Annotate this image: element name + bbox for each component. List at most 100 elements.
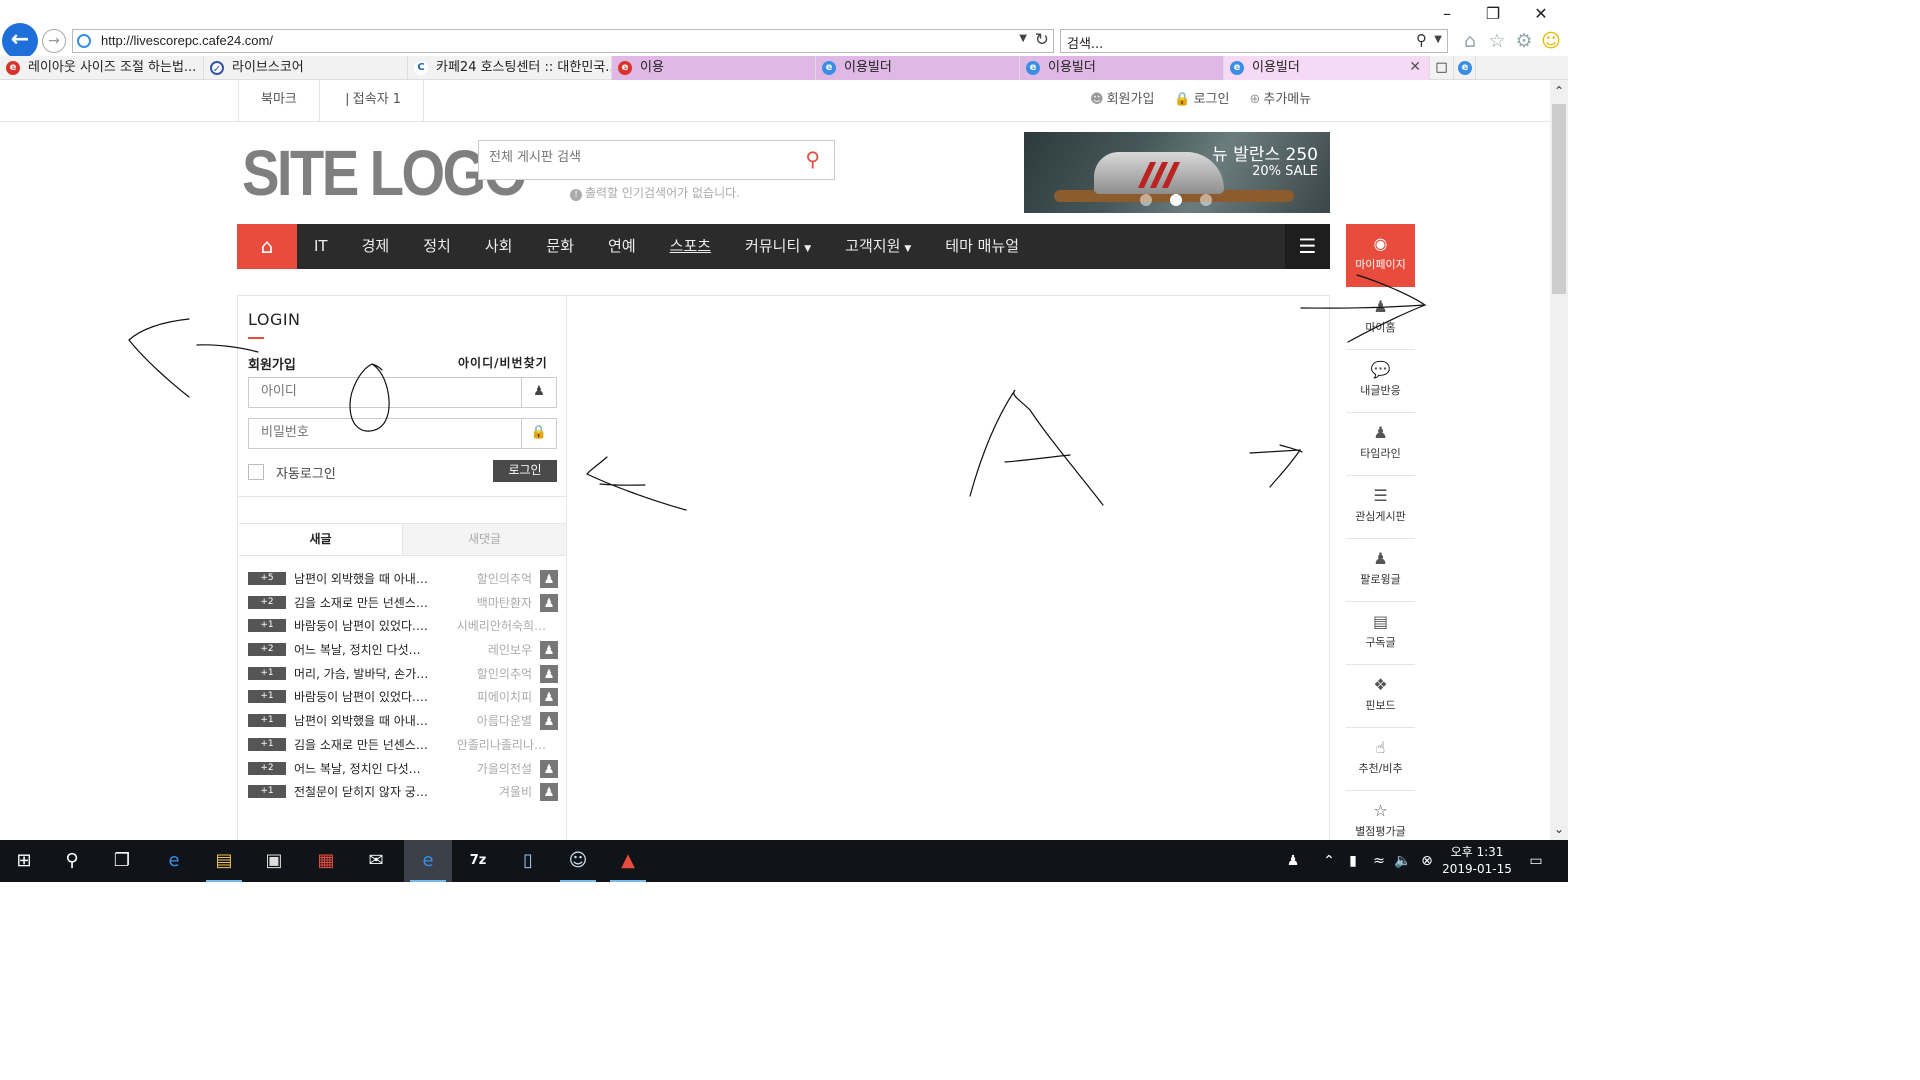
post-author[interactable]: 아름다운별 [477, 712, 532, 729]
nav-politics[interactable]: 정치 [406, 224, 468, 269]
settings-gear-icon[interactable]: ⚙ [1512, 30, 1536, 54]
minimize-button[interactable]: – [1432, 4, 1462, 23]
action-center-icon[interactable]: ▭ [1524, 840, 1548, 882]
post-title[interactable]: 김을 소재로 만든 넌센스… [294, 594, 444, 611]
ie-tab-icon[interactable]: e [1454, 56, 1476, 80]
bookmark-link[interactable]: 북마크 [238, 80, 319, 121]
nav-society[interactable]: 사회 [468, 224, 530, 269]
quick-timeline[interactable]: ♟ 타임라인 [1346, 413, 1415, 476]
feedback-smiley-icon[interactable]: ☺ [1539, 30, 1563, 54]
quick-mypage[interactable]: ◉ 마이페이지 [1346, 224, 1415, 287]
post-author[interactable]: 할인의추억 [477, 665, 532, 682]
refresh-icon[interactable]: ↻ [1035, 30, 1049, 50]
close-tab-icon[interactable]: ✕ [1409, 56, 1421, 79]
list-item[interactable]: +2 김을 소재로 만든 넌센스… 백마탄환자 ♟ [248, 591, 558, 615]
post-title[interactable]: 남편이 외박했을 때 아내… [294, 570, 444, 587]
post-author[interactable]: 레인보우 [488, 641, 532, 658]
home-button[interactable]: ⌂ [237, 224, 297, 269]
browser-tab[interactable]: e 이용빌더 [1020, 56, 1224, 80]
scroll-down-icon[interactable]: ⌄ [1550, 822, 1568, 836]
post-title[interactable]: 바람둥이 남편이 있었다.… [294, 688, 444, 705]
task-view-button[interactable]: ❐ [98, 840, 146, 882]
banner-dot[interactable] [1140, 194, 1152, 206]
scroll-up-icon[interactable]: ⌃ [1550, 84, 1568, 98]
find-id-pw-link[interactable]: 아이디/비번찾기 [458, 354, 548, 371]
post-author[interactable]: 시베리안허숙희… [457, 617, 546, 634]
volume-muted-icon[interactable]: 🔈 [1392, 840, 1414, 882]
list-item[interactable]: +1 바람둥이 남편이 있었다.… 피에이치피 ♟ [248, 685, 558, 709]
quick-recommend[interactable]: ☝ 추천/비추 [1346, 728, 1415, 791]
address-bar[interactable]: http://livescorepc.cafe24.com/ ▼ ↻ [72, 29, 1054, 53]
search-icon[interactable]: ⚲ [805, 147, 820, 171]
list-item[interactable]: +5 남편이 외박했을 때 아내… 할인의추억 ♟ [248, 567, 558, 591]
nav-theme-manual[interactable]: 테마 매뉴얼 [928, 224, 1036, 269]
login-link[interactable]: 🔒 로그인 [1174, 80, 1229, 121]
login-join-link[interactable]: 회원가입 [248, 354, 296, 373]
post-title[interactable]: 전철문이 닫히지 않자 궁… [294, 783, 444, 800]
auto-login-checkbox[interactable] [248, 464, 264, 480]
quick-subscribed[interactable]: ▤ 구독글 [1346, 602, 1415, 665]
password-input[interactable] [261, 425, 511, 440]
browser-tab[interactable]: e 이용빌더 [816, 56, 1020, 80]
taskbar-app[interactable]: ▯ [504, 840, 552, 882]
quick-following[interactable]: ♟ 팔로윙글 [1346, 539, 1415, 602]
nav-support[interactable]: 고객지원 ▼ [828, 224, 928, 269]
list-item[interactable]: +1 머리, 가슴, 발바닥, 손가… 할인의추억 ♟ [248, 662, 558, 686]
browser-tab[interactable]: ✓ 라이브스코어 [204, 56, 408, 80]
nav-sports[interactable]: 스포츠 [653, 224, 728, 269]
id-input[interactable] [261, 384, 511, 399]
taskbar-edge[interactable]: e [150, 840, 198, 882]
nav-culture[interactable]: 문화 [529, 224, 591, 269]
post-title[interactable]: 머리, 가슴, 발바닥, 손가… [294, 665, 444, 682]
browser-tab[interactable]: e 이용 [612, 56, 816, 80]
login-button[interactable]: 로그인 [493, 460, 557, 482]
id-field[interactable]: ♟ [248, 377, 557, 408]
system-clock[interactable]: 오후 1:31 2019-01-15 [1432, 844, 1522, 878]
post-title[interactable]: 어느 복날, 정치인 다섯… [294, 641, 444, 658]
taskbar-store[interactable]: ▣ [250, 840, 298, 882]
search-button[interactable]: ⚲ [48, 840, 96, 882]
post-title[interactable]: 바람둥이 남편이 있었다.… [294, 617, 444, 634]
back-button[interactable]: ← [2, 23, 38, 59]
browser-tab[interactable]: C 카페24 호스팅센터 :: 대한민국... [408, 56, 612, 80]
home-icon[interactable]: ⌂ [1458, 30, 1482, 54]
list-item[interactable]: +1 김을 소재로 만든 넌센스… 안졸리나졸리나… [248, 733, 558, 757]
post-author[interactable]: 할인의추억 [477, 570, 532, 587]
close-window-button[interactable]: ✕ [1526, 4, 1556, 23]
password-field[interactable]: 🔒 [248, 418, 557, 449]
quick-fav-boards[interactable]: ☰ 관심게시판 [1346, 476, 1415, 539]
list-item[interactable]: +1 남편이 외박했을 때 아내… 아름다운별 ♟ [248, 709, 558, 733]
nav-community[interactable]: 커뮤니티 ▼ [728, 224, 828, 269]
post-title[interactable]: 남편이 외박했을 때 아내… [294, 712, 444, 729]
taskbar-explorer[interactable]: ▤ [200, 840, 248, 882]
browser-tab-active[interactable]: e 이용빌더 ✕ [1224, 56, 1430, 80]
taskbar-mail[interactable]: ✉ [352, 840, 400, 882]
browser-search-box[interactable]: 검색... ⚲ ▼ [1060, 29, 1448, 53]
nav-economy[interactable]: 경제 [345, 224, 407, 269]
taskbar-app-3[interactable]: ▲ [604, 840, 652, 882]
tab-new-posts[interactable]: 새글 [239, 524, 402, 555]
taskbar-ie[interactable]: e [404, 840, 452, 882]
promo-banner[interactable]: 뉴 발란스 250 20% SALE [1024, 132, 1330, 213]
post-author[interactable]: 피에이치피 [477, 688, 532, 705]
search-icon[interactable]: ⚲ [1416, 31, 1427, 49]
more-menu-link[interactable]: ⊕ 추가메뉴 [1249, 80, 1311, 121]
taskbar-gift-app[interactable]: ▦ [302, 840, 350, 882]
list-item[interactable]: +1 전철문이 닫히지 않자 궁… 겨울비 ♟ [248, 780, 558, 804]
quick-myhome[interactable]: ♟ 마이홈 [1346, 287, 1415, 350]
banner-dot[interactable] [1200, 194, 1212, 206]
restore-button[interactable]: ❐ [1478, 4, 1508, 23]
people-icon[interactable]: ♟ [1280, 840, 1306, 882]
post-author[interactable]: 백마탄환자 [477, 594, 532, 611]
forward-button[interactable]: → [42, 29, 66, 53]
browser-tab[interactable]: e 레이아웃 사이즈 조절 하는법... [0, 56, 204, 80]
nav-entertainment[interactable]: 연예 [591, 224, 653, 269]
quick-reactions[interactable]: 💬 내글반응 [1346, 350, 1415, 413]
start-button[interactable]: ⊞ [0, 840, 48, 882]
auto-login-label[interactable]: 자동로그인 [276, 463, 336, 482]
banner-dot-active[interactable] [1170, 194, 1182, 206]
post-title[interactable]: 어느 복날, 정치인 다섯… [294, 760, 444, 777]
post-title[interactable]: 김을 소재로 만든 넌센스… [294, 736, 444, 753]
join-link[interactable]: ☻ 회원가입 [1090, 80, 1154, 121]
show-hidden-icons[interactable]: ⌃ [1318, 840, 1340, 882]
